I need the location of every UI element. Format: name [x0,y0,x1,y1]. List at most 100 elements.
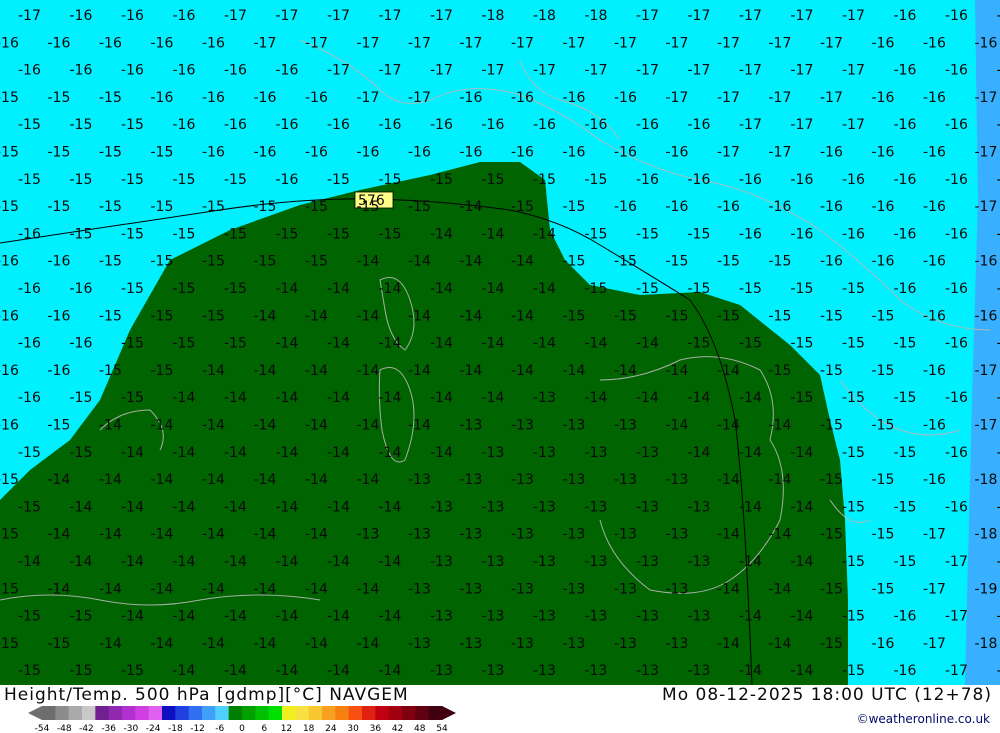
temperature-value: -15 [820,527,843,543]
temperature-value: -14 [533,336,556,352]
temperature-value: -14 [254,581,277,597]
temperature-value: -15 [0,90,19,106]
temperature-value: -13 [533,499,556,515]
temperature-value: -16 [872,35,895,51]
temperature-value: -17 [997,117,1000,133]
temperature-value: -16 [173,8,196,24]
temperature-value: -13 [430,554,453,570]
temperature-value: -15 [121,390,144,406]
temperature-value: -16 [997,336,1000,352]
temperature-value: -14 [99,472,122,488]
temperature-value: -15 [202,254,225,270]
credit-link[interactable]: ©weatheronline.co.uk [857,712,990,726]
temperature-value: -17 [791,117,814,133]
footer-bar: Height/Temp. 500 hPa [gdmp][°C] NAVGEM M… [0,685,1000,733]
temperature-value: -15 [48,636,71,652]
temperature-value: -16 [408,145,431,161]
temperature-value: -15 [151,363,174,379]
temperature-value: -14 [276,390,299,406]
weather-map: 576 -17 -16 -16 -16 -17 -17 -17 -17 -17 -18 -18 -18… [0,0,1000,685]
temperature-value: -14 [769,636,792,652]
temperature-value: -16 [894,63,917,79]
temperature-value: -15 [99,254,122,270]
temperature-value: -17 [614,35,637,51]
temperature-value: -13 [666,581,689,597]
temperature-value: -16 [894,226,917,242]
temperature-value: -15 [121,281,144,297]
temperature-value: -14 [357,418,380,434]
temperature-value: -18 [585,8,608,24]
temperature-value: -15 [357,199,380,215]
temperature-value: -14 [173,499,196,515]
temperature-value: -16 [327,117,350,133]
temperature-value: -15 [894,445,917,461]
temperature-value: -14 [276,609,299,625]
temperature-value: -15 [379,226,402,242]
temperature-value: -16 [791,226,814,242]
temperature-value: -13 [636,609,659,625]
temperature-value: -17 [585,63,608,79]
temperature-value: -16 [202,145,225,161]
temperature-value: -19 [975,581,998,597]
temperature-value: -14 [430,281,453,297]
temperature-value: -13 [460,418,483,434]
temperature-value: -14 [224,554,247,570]
temperature-value: -16 [533,117,556,133]
temperature-value: -13 [563,636,586,652]
temperature-value: -14 [202,527,225,543]
legend-swatch [402,706,416,720]
temperature-value: -17 [997,226,1000,242]
legend-tick-label: 54 [436,724,448,733]
temperature-value: -17 [769,145,792,161]
temperature-value: -13 [408,527,431,543]
temperature-value: -17 [327,8,350,24]
temperature-value: -16 [872,145,895,161]
temperature-value: -15 [563,308,586,324]
temperature-value: -15 [894,390,917,406]
temperature-value: -14 [585,390,608,406]
legend-swatch [308,706,323,720]
temperature-value: -15 [254,199,277,215]
temperature-value: -15 [666,254,689,270]
temperature-value: -15 [224,281,247,297]
legend-swatch [375,706,390,720]
temperature-value: -15 [585,226,608,242]
temperature-value: -16 [945,336,968,352]
temperature-value: -14 [791,609,814,625]
temperature-value: -16 [666,145,689,161]
temperature-value: -16 [945,499,968,515]
temperature-value: -15 [563,254,586,270]
temperature-value: -14 [430,226,453,242]
temperature-value: -14 [254,636,277,652]
temperature-value: -16 [70,336,93,352]
temperature-value: -19 [997,609,1000,625]
temperature-value: -14 [48,527,71,543]
temperature-value: -14 [305,581,328,597]
temperature-value: -14 [173,554,196,570]
temperature-value: -15 [585,281,608,297]
temperature-value: -14 [769,472,792,488]
temperature-value: -13 [511,636,534,652]
legend-swatch [42,706,56,720]
temperature-value: -16 [614,145,637,161]
temperature-value: -15 [99,90,122,106]
temperature-value: -16 [379,117,402,133]
temperature-value: -17 [975,90,998,106]
temperature-value: -14 [254,418,277,434]
temperature-value: -15 [820,308,843,324]
temperature-value: -13 [666,527,689,543]
legend-swatch [122,706,136,720]
temperature-value: -16 [945,8,968,24]
legend-tick-label: -24 [146,724,161,733]
temperature-value: -14 [379,663,402,679]
temperature-value: -16 [636,172,659,188]
temperature-value: -16 [945,63,968,79]
temperature-value: -16 [48,35,71,51]
temperature-value: -15 [688,226,711,242]
temperature-value: -16 [997,281,1000,297]
temperature-value: -18 [482,8,505,24]
temperature-value: -14 [482,226,505,242]
temperature-value: -14 [739,663,762,679]
temperature-value: -17 [666,90,689,106]
legend-swatch [162,706,176,720]
